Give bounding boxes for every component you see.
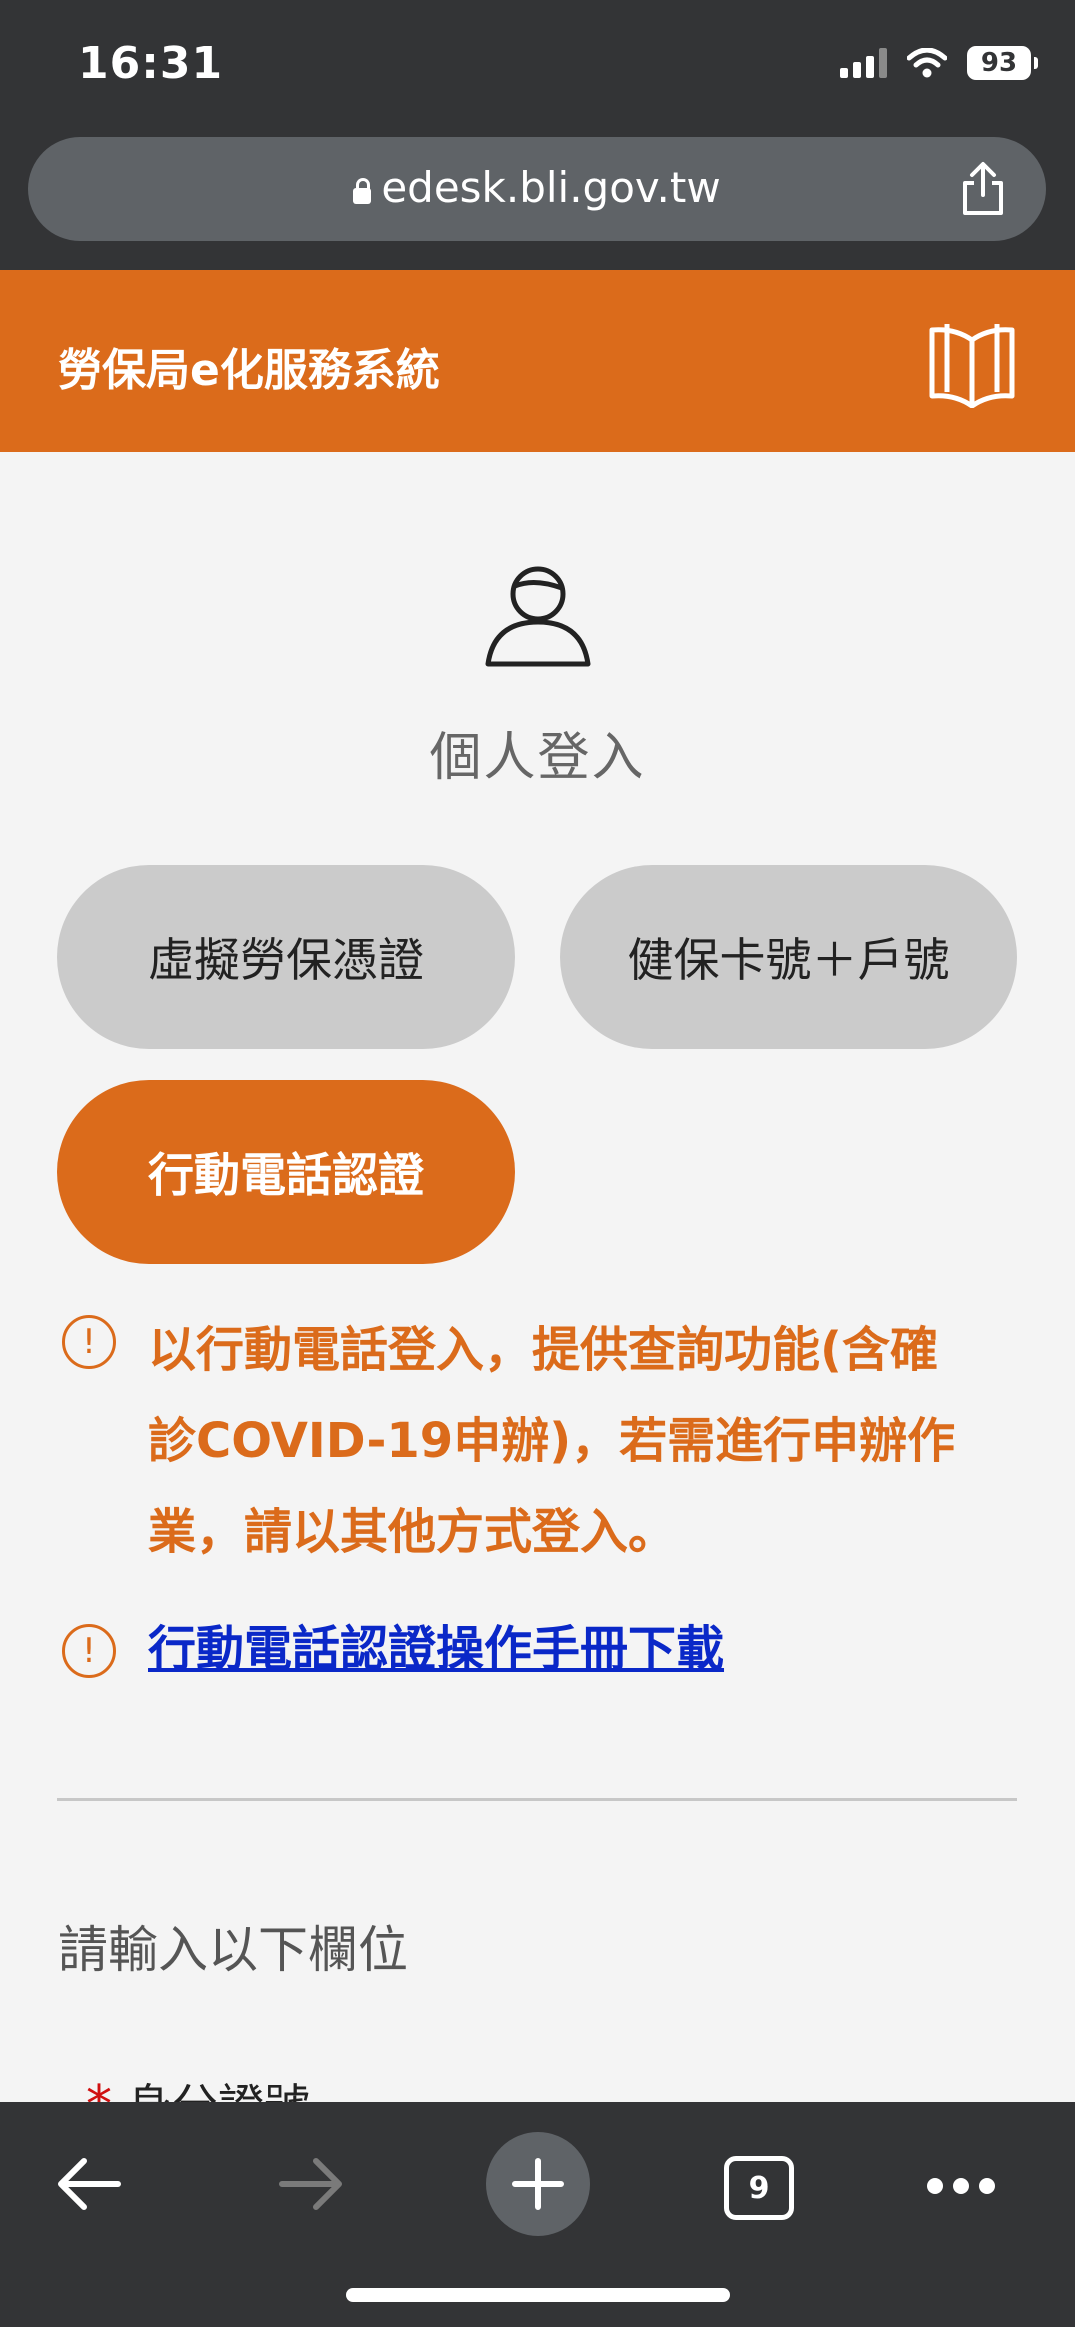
notice-text: 以行動電話登入，提供查詢功能(含確 診COVID-19申辦)，若需進行申辦作 業… — [148, 1305, 1028, 1578]
more-icon[interactable] — [926, 2176, 996, 2196]
form-section-label: 請輸入以下欄位 — [58, 1921, 408, 1979]
address-bar[interactable]: edesk.bli.gov.tw — [28, 137, 1046, 241]
person-icon — [485, 566, 591, 667]
notice-line: 診COVID-19申辦)，若需進行申辦作 — [148, 1413, 956, 1469]
notice-line: 業，請以其他方式登入。 — [148, 1504, 677, 1560]
info-icon: ! — [62, 1315, 116, 1369]
browser-top-bar: 16:31 93 edesk.bli.gov.tw — [0, 0, 1075, 270]
lock-icon — [353, 178, 372, 204]
manual-download-notice: ! 行動電話認證操作手冊下載 — [62, 1614, 724, 1684]
battery-icon: 93 — [967, 46, 1038, 80]
plus-icon — [512, 2158, 564, 2210]
divider — [57, 1798, 1017, 1801]
virtual-certificate-button[interactable]: 虛擬勞保憑證 — [57, 865, 515, 1049]
wifi-icon — [907, 48, 947, 78]
status-time: 16:31 — [78, 38, 224, 89]
book-icon[interactable] — [927, 320, 1017, 408]
home-indicator — [346, 2288, 730, 2302]
health-card-button[interactable]: 健保卡號＋戶號 — [560, 865, 1017, 1049]
cellular-signal-icon — [840, 48, 887, 78]
mobile-phone-auth-button[interactable]: 行動電話認證 — [57, 1080, 515, 1264]
site-title[interactable]: 勞保局e化服務系統 — [58, 334, 440, 398]
login-title: 個人登入 — [429, 728, 646, 788]
info-icon: ! — [62, 1624, 116, 1678]
site-header: 勞保局e化服務系統 — [0, 270, 1075, 452]
share-icon[interactable] — [958, 161, 1008, 217]
manual-download-link[interactable]: 行動電話認證操作手冊下載 — [148, 1614, 724, 1684]
forward-arrow-icon[interactable] — [278, 2156, 344, 2212]
new-tab-button[interactable] — [486, 2132, 590, 2236]
url-display[interactable]: edesk.bli.gov.tw — [28, 163, 1046, 212]
notice-line: 以行動電話登入，提供查詢功能(含確 — [148, 1322, 938, 1378]
status-icons: 93 — [840, 46, 1038, 80]
mobile-login-notice: ! 以行動電話登入，提供查詢功能(含確 診COVID-19申辦)，若需進行申辦作… — [62, 1305, 1028, 1578]
back-arrow-icon[interactable] — [56, 2156, 122, 2212]
url-text: edesk.bli.gov.tw — [381, 163, 721, 212]
tabs-button[interactable]: 9 — [724, 2156, 794, 2220]
